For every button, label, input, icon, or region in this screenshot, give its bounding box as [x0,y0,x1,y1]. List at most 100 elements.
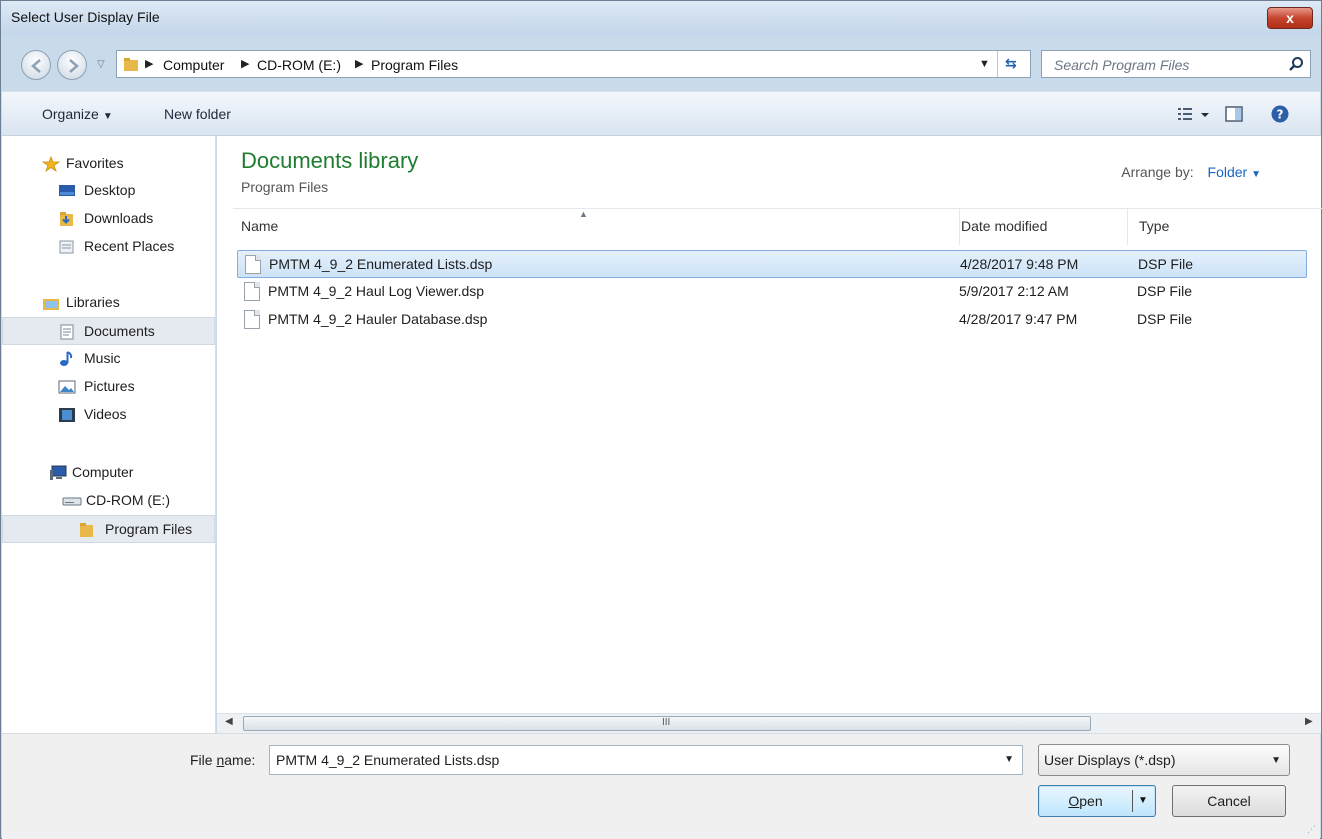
file-name-combobox[interactable]: PMTM 4_9_2 Enumerated Lists.dsp ▼ [269,745,1023,775]
file-list-pane: Documents library Program Files Arrange … [217,136,1322,713]
folder-icon [124,58,138,71]
chevron-down-icon: ▼ [1251,169,1261,180]
resize-grip-icon[interactable]: ⋰ [1307,824,1316,835]
nav-buttons: ▽ [21,50,121,80]
breadcrumb-separator-icon[interactable]: ▶ [355,57,363,70]
file-dialog-window: Select User Display File x ▽ ▶ Computer … [0,0,1322,839]
scroll-right-icon[interactable]: ▶ [1305,716,1313,727]
file-type: DSP File [1137,283,1192,299]
file-row[interactable]: PMTM 4_9_2 Haul Log Viewer.dsp 5/9/2017 … [237,278,1307,306]
library-subtitle: Program Files [241,179,329,195]
arrange-value: Folder [1207,164,1248,180]
nav-program-files[interactable]: Program Files [2,515,215,543]
file-name: PMTM 4_9_2 Haul Log Viewer.dsp [268,283,485,299]
nav-cdrom[interactable]: CD-ROM (E:) [2,487,215,515]
file-row[interactable]: PMTM 4_9_2 Enumerated Lists.dsp 4/28/201… [237,250,1307,278]
open-button[interactable]: Open ▼ [1038,785,1156,817]
file-name: PMTM 4_9_2 Hauler Database.dsp [268,311,488,327]
nav-computer[interactable]: Computer [2,459,215,487]
cd-drive-icon [62,493,82,509]
chevron-down-icon: ▼ [102,111,113,122]
nav-videos[interactable]: Videos [2,401,215,429]
chevron-down-icon[interactable]: ▼ [1004,754,1014,765]
grip-icon: III [662,717,671,728]
help-icon[interactable]: ? [1270,104,1290,124]
address-dropdown-icon[interactable]: ▼ [979,58,990,70]
desktop-icon [58,183,76,199]
organize-button[interactable]: Organize ▼ [42,106,113,122]
preview-pane-icon[interactable] [1224,104,1244,124]
downloads-folder-icon [58,211,76,227]
nav-pictures[interactable]: Pictures [2,373,215,401]
address-divider [997,51,998,77]
nav-label: Videos [84,406,127,422]
nav-label: Downloads [84,210,154,226]
file-row[interactable]: PMTM 4_9_2 Hauler Database.dsp 4/28/2017… [237,306,1307,334]
search-input[interactable]: Search Program Files [1054,57,1189,73]
scroll-left-icon[interactable]: ◀ [225,716,233,727]
navigation-pane: Favorites Desktop Downloads Recent Place… [2,136,216,733]
column-header-row: ▲ Name Date modified Type [233,208,1322,245]
nav-recent-places[interactable]: Recent Places [2,233,215,261]
cancel-button[interactable]: Cancel [1172,785,1286,817]
open-label: Open [1068,793,1103,809]
file-date: 4/28/2017 9:48 PM [960,256,1079,272]
computer-icon [49,465,67,481]
nav-music[interactable]: Music [2,345,215,373]
search-icon[interactable] [1288,56,1304,72]
file-type-select[interactable]: User Displays (*.dsp) ▼ [1038,744,1290,776]
scrollbar-thumb[interactable]: III [243,716,1091,731]
column-divider[interactable] [1127,209,1128,245]
nav-favorites[interactable]: Favorites [2,150,215,178]
file-icon [245,255,261,274]
nav-label: Desktop [84,182,136,198]
back-button[interactable] [21,50,51,80]
horizontal-scrollbar[interactable]: ◀ III ▶ [217,713,1321,733]
address-bar[interactable]: ▶ Computer ▶ CD-ROM (E:) ▶ Program Files… [116,50,1031,78]
arrange-label: Arrange by: [1121,164,1194,180]
nav-downloads[interactable]: Downloads [2,205,215,233]
change-view-icon[interactable] [1176,104,1212,124]
breadcrumb-computer[interactable]: Computer [163,57,224,73]
column-header-date[interactable]: Date modified [961,218,1047,234]
nav-label: Recent Places [84,238,175,254]
arrange-by-dropdown[interactable]: Folder ▼ [1208,164,1261,180]
nav-label: Pictures [84,378,135,394]
nav-label: Favorites [66,155,124,171]
open-options-dropdown-icon[interactable]: ▼ [1138,786,1148,816]
file-type-value: User Displays (*.dsp) [1044,752,1176,768]
column-divider[interactable] [959,209,960,245]
close-button[interactable]: x [1267,7,1313,29]
library-title: Documents library [241,148,419,173]
nav-label: Music [84,350,121,366]
nav-documents[interactable]: Documents [2,317,215,345]
forward-arrow-icon [69,59,79,73]
new-folder-button[interactable]: New folder [164,106,231,122]
sort-ascending-icon: ▲ [579,209,588,219]
breadcrumb-separator-icon[interactable]: ▶ [241,57,249,70]
window-title: Select User Display File [11,9,160,25]
nav-label: Program Files [105,521,193,537]
column-header-name[interactable]: Name [241,218,278,234]
dialog-footer: File name: PMTM 4_9_2 Enumerated Lists.d… [2,733,1320,839]
file-name-input[interactable]: PMTM 4_9_2 Enumerated Lists.dsp [276,752,499,768]
refresh-icon[interactable]: ⇆ [1005,55,1025,73]
pictures-icon [58,379,76,395]
nav-libraries[interactable]: Libraries [2,289,215,317]
star-icon [41,155,61,173]
breadcrumb-cdrom[interactable]: CD-ROM (E:) [257,57,341,73]
title-bar: Select User Display File x [1,1,1321,35]
nav-desktop[interactable]: Desktop [2,177,215,205]
nav-label: CD-ROM (E:) [86,492,170,508]
column-header-type[interactable]: Type [1139,218,1169,234]
recent-pages-dropdown-icon[interactable]: ▽ [97,59,105,70]
breadcrumb-separator-icon[interactable]: ▶ [145,57,153,70]
breadcrumb-program-files[interactable]: Program Files [371,57,458,73]
chevron-down-icon: ▼ [1271,755,1281,766]
videos-icon [58,407,76,423]
folder-icon [78,522,96,538]
forward-button[interactable] [57,50,87,80]
back-arrow-icon [31,59,41,73]
search-box[interactable]: Search Program Files [1041,50,1311,78]
file-name: PMTM 4_9_2 Enumerated Lists.dsp [269,256,493,272]
